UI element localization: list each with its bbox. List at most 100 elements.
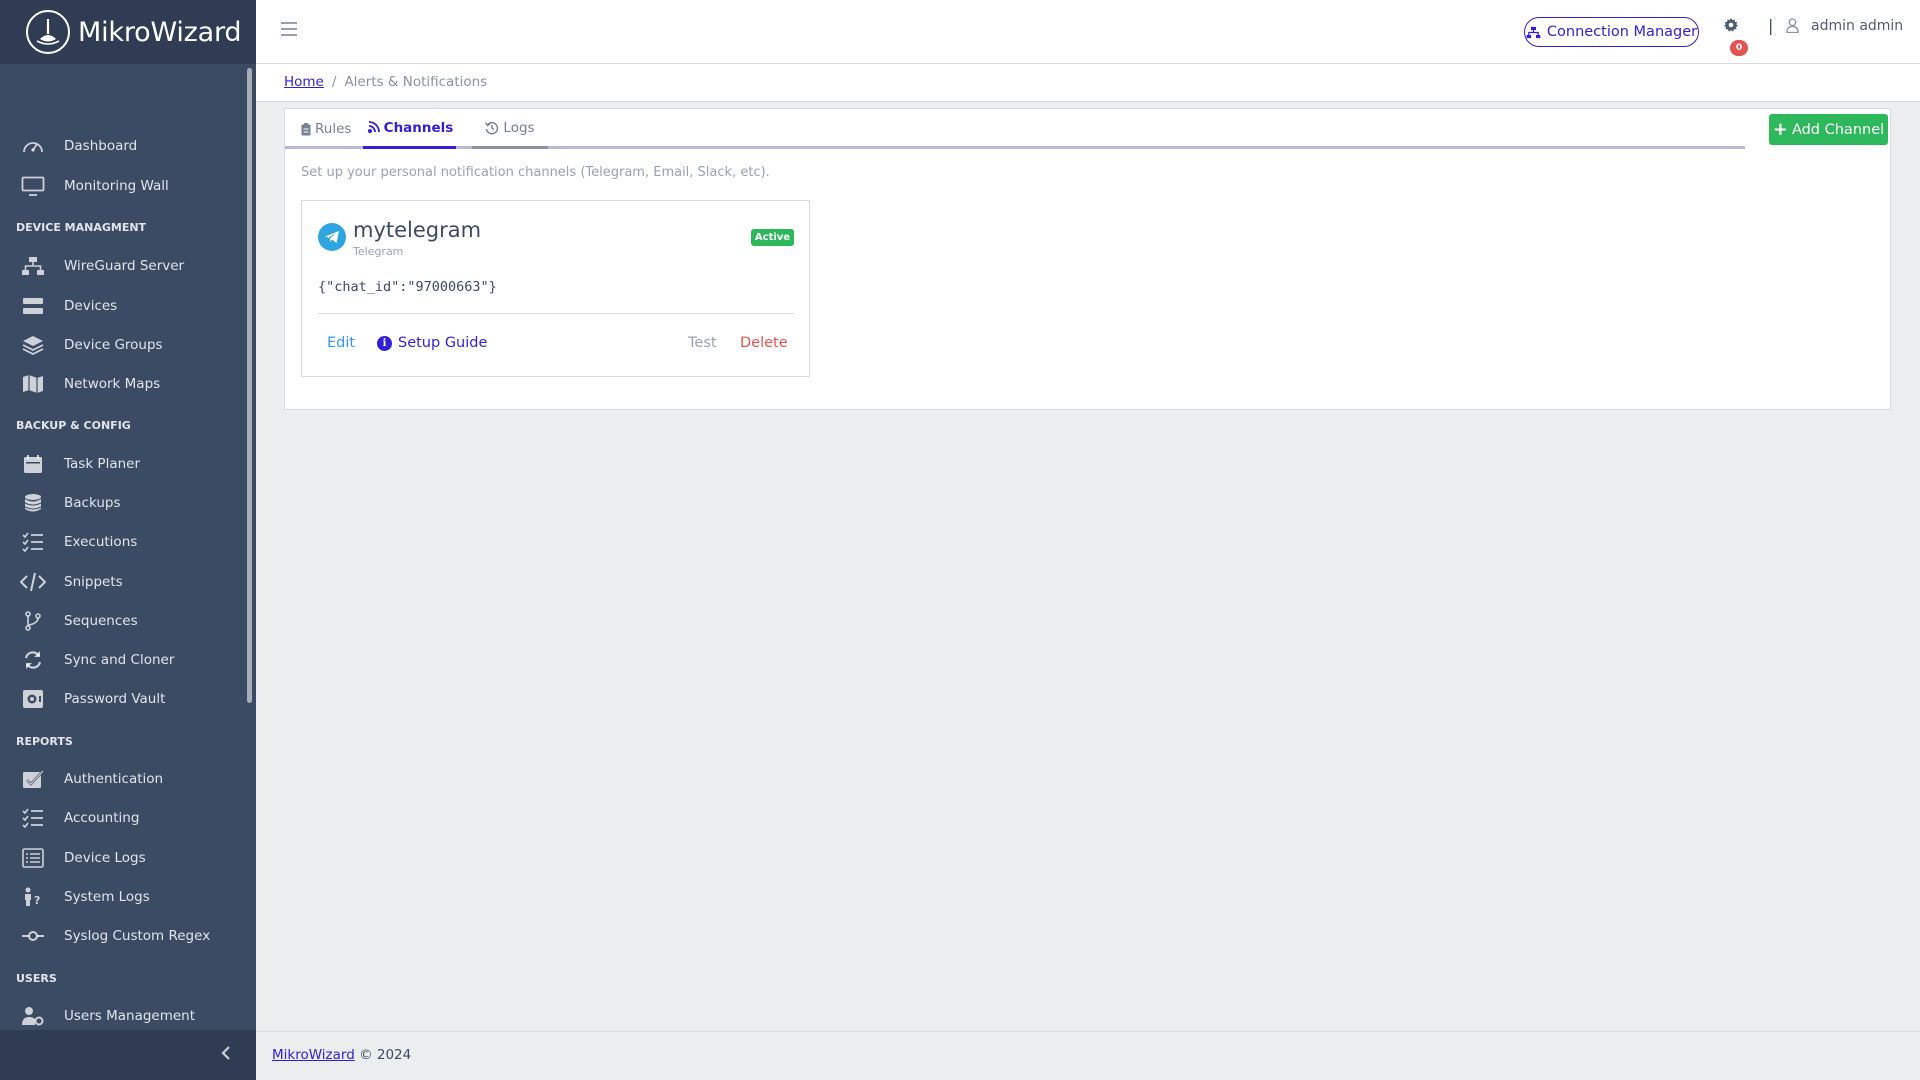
notification-badge[interactable]: 0 — [1730, 40, 1748, 56]
sidebar-item-sequences[interactable]: Sequences — [0, 603, 246, 639]
branch-icon — [20, 610, 46, 632]
brand-name: MikroWizard — [78, 16, 242, 48]
svg-text:?: ? — [34, 894, 40, 907]
code-icon — [20, 571, 46, 593]
sidebar-item-devices[interactable]: Devices — [0, 288, 246, 324]
sitemap-icon — [1526, 26, 1541, 39]
sidebar-scrollbar[interactable] — [247, 68, 252, 703]
sidebar-item-dashboard[interactable]: Dashboard — [0, 128, 246, 164]
sidebar-item-accounting[interactable]: Accounting — [0, 800, 246, 836]
tab-label: Logs — [503, 119, 535, 136]
brand[interactable]: MikroWizard — [0, 0, 256, 64]
sidebar-item-authentication[interactable]: Authentication — [0, 761, 246, 797]
tab-rules[interactable]: Rules — [301, 109, 355, 149]
setup-guide-label: Setup Guide — [398, 335, 488, 351]
sidebar-item-label: Syslog Custom Regex — [64, 928, 211, 944]
server-icon — [20, 295, 46, 317]
sidebar-item-label: Devices — [64, 298, 118, 314]
sidebar-item-snippets[interactable]: Snippets — [0, 564, 246, 600]
auth-check-icon — [20, 768, 46, 790]
subheader: Home / Alerts & Notifications — [256, 64, 1920, 102]
hamburger-menu-icon[interactable] — [280, 21, 298, 41]
connection-manager-label: Connection Manager — [1546, 24, 1698, 40]
calendar-icon — [20, 453, 46, 475]
clipboard-icon — [301, 122, 311, 136]
sidebar-item-network-maps[interactable]: Network Maps — [0, 366, 246, 402]
sidebar-item-backups[interactable]: Backups — [0, 485, 246, 521]
sidebar-nav: Dashboard Monitoring Wall DEVICE MANAGME… — [0, 64, 256, 1034]
section-title-backup: BACKUP & CONFIG — [16, 419, 131, 432]
tab-channels[interactable]: Channels — [363, 109, 456, 149]
sidebar-item-label: Authentication — [64, 771, 164, 787]
user-name[interactable]: admin admin — [1811, 18, 1903, 34]
channel-card: mytelegram Telegram Active {"chat_id":"9… — [301, 200, 810, 377]
sidebar-item-wireguard-server[interactable]: WireGuard Server — [0, 248, 246, 284]
section-title-reports: REPORTS — [16, 735, 73, 748]
gear-icon[interactable] — [1724, 18, 1738, 36]
tab-label: Rules — [315, 121, 352, 137]
section-title-users: USERS — [16, 972, 57, 985]
sidebar-item-label: Device Groups — [64, 337, 163, 353]
telegram-icon — [318, 223, 346, 251]
sidebar-footer — [0, 1030, 256, 1080]
connection-manager-button[interactable]: Connection Manager — [1524, 17, 1699, 47]
tab-logs[interactable]: Logs — [472, 109, 548, 149]
header-divider: | — [1768, 16, 1774, 35]
map-icon — [20, 373, 46, 395]
sidebar-item-label: Backups — [64, 495, 121, 511]
sidebar-item-label: Sequences — [64, 613, 138, 629]
sidebar-item-label: Accounting — [64, 810, 140, 826]
sidebar-item-label: Task Planer — [64, 456, 141, 472]
chevron-left-icon[interactable] — [220, 1045, 232, 1065]
section-title-device: DEVICE MANAGMENT — [16, 221, 147, 234]
sidebar-item-label: System Logs — [64, 889, 150, 905]
footer-text: MikroWizard © 2024 — [272, 1047, 411, 1063]
person-question-icon: ? — [20, 886, 46, 908]
sidebar-item-label: Dashboard — [64, 138, 138, 154]
sidebar-item-label: WireGuard Server — [64, 258, 185, 274]
sync-icon — [20, 649, 46, 671]
edit-button[interactable]: Edit — [327, 335, 355, 351]
top-header: Connection Manager 0 | admin admin — [256, 0, 1920, 64]
sidebar: MikroWizard Dashboard Monitoring Wall DE… — [0, 0, 256, 1080]
user-icon[interactable] — [1786, 18, 1799, 37]
sidebar-item-sync-and-cloner[interactable]: Sync and Cloner — [0, 642, 246, 678]
alerts-card: Rules Channels Logs + Add Channel Set up… — [284, 108, 1891, 410]
setup-guide-button[interactable]: i Setup Guide — [377, 335, 487, 351]
breadcrumb-home-link[interactable]: Home — [284, 74, 324, 90]
sidebar-item-label: Monitoring Wall — [64, 178, 169, 194]
commit-icon — [20, 925, 46, 947]
add-channel-button[interactable]: + Add Channel — [1769, 114, 1888, 145]
sidebar-item-executions[interactable]: Executions — [0, 524, 246, 560]
sidebar-item-label: Executions — [64, 534, 138, 550]
channel-type: Telegram — [353, 245, 404, 258]
sidebar-item-users-management[interactable]: Users Management — [0, 998, 246, 1034]
sidebar-item-label: Sync and Cloner — [64, 652, 175, 668]
sidebar-item-monitoring-wall[interactable]: Monitoring Wall — [0, 168, 246, 204]
info-icon: i — [377, 335, 392, 351]
broadcast-icon — [366, 120, 380, 135]
footer-brand-link[interactable]: MikroWizard — [272, 1047, 355, 1063]
sidebar-item-system-logs[interactable]: ? System Logs — [0, 879, 246, 915]
page-footer: MikroWizard © 2024 — [256, 1031, 1920, 1080]
sidebar-item-device-groups[interactable]: Device Groups — [0, 327, 246, 363]
add-channel-label: Add Channel — [1791, 121, 1885, 138]
speedometer-icon — [20, 135, 46, 157]
breadcrumb-current: Alerts & Notifications — [344, 74, 488, 90]
delete-button[interactable]: Delete — [740, 335, 788, 351]
test-button[interactable]: Test — [688, 335, 717, 351]
sidebar-item-label: Password Vault — [64, 691, 166, 707]
plus-icon: + — [1772, 119, 1788, 140]
channel-config: {"chat_id":"97000663"} — [318, 279, 497, 295]
divider — [318, 313, 794, 314]
channel-name: mytelegram — [353, 218, 482, 242]
sidebar-item-device-logs[interactable]: Device Logs — [0, 840, 246, 876]
footer-copyright: © 2024 — [359, 1047, 412, 1063]
status-badge: Active — [751, 229, 794, 246]
sidebar-item-task-planer[interactable]: Task Planer — [0, 446, 246, 482]
sidebar-item-password-vault[interactable]: Password Vault — [0, 681, 246, 717]
sidebar-item-syslog-custom-regex[interactable]: Syslog Custom Regex — [0, 918, 246, 954]
sidebar-item-label: Device Logs — [64, 850, 146, 866]
sidebar-item-label: Snippets — [64, 574, 123, 590]
list-icon — [20, 847, 46, 869]
